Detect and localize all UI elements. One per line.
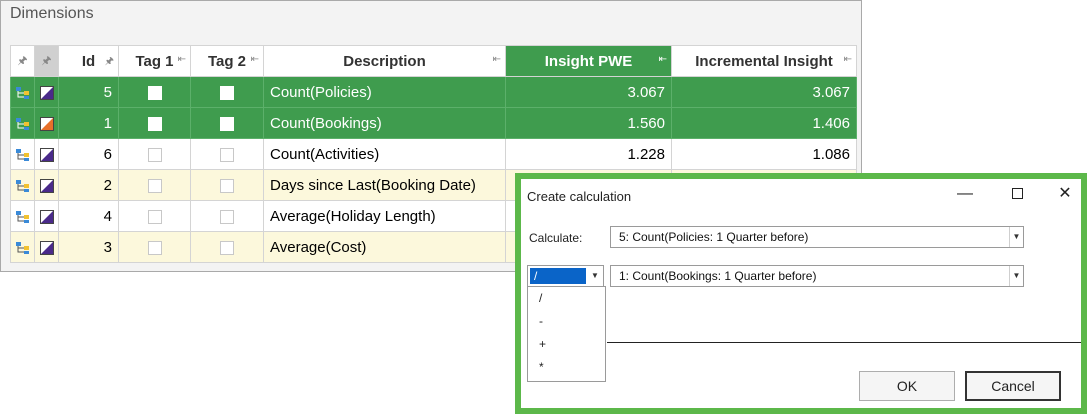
tag1-checkbox[interactable] xyxy=(147,209,162,224)
tag2-checkbox[interactable] xyxy=(220,85,234,100)
pin-icon[interactable]: ⇤ xyxy=(493,54,501,65)
row-id: 3 xyxy=(58,231,119,263)
tag2-checkbox[interactable] xyxy=(220,147,234,162)
row-insight-pwe: 1.560 xyxy=(505,107,672,139)
row-incremental-insight: 1.406 xyxy=(671,107,857,139)
ok-button[interactable]: OK xyxy=(859,371,955,401)
operator-value: / xyxy=(530,268,586,284)
create-calculation-dialog: Create calculation — ✕ Calculate: 5: Cou… xyxy=(515,173,1087,414)
minimize-button[interactable]: — xyxy=(945,183,985,205)
pin-icon[interactable]: ⇤ xyxy=(659,54,667,65)
operator-option[interactable]: + xyxy=(528,333,605,356)
operand2-value: 1: Count(Bookings: 1 Quarter before) xyxy=(619,269,817,283)
row-description: Average(Holiday Length) xyxy=(263,200,506,232)
measure-icon xyxy=(39,116,54,131)
measure-icon xyxy=(39,178,54,193)
row-id: 6 xyxy=(58,138,119,170)
pin-icon[interactable]: 🖈︎ xyxy=(105,54,114,71)
row-incremental-insight: 1.086 xyxy=(671,138,857,170)
column-header-tag2[interactable]: Tag 2 ⇤ xyxy=(190,45,264,77)
row-insight-pwe: 3.067 xyxy=(505,76,672,108)
column-header-incremental-insight[interactable]: Incremental Insight ⇤ xyxy=(671,45,857,77)
table-row[interactable]: 6 Count(Activities) 1.228 1.086 xyxy=(10,138,857,170)
tag1-checkbox[interactable] xyxy=(147,240,162,255)
pin-icon[interactable]: ⇤ xyxy=(844,54,852,65)
chevron-down-icon[interactable]: ▼ xyxy=(587,266,603,286)
cancel-button[interactable]: Cancel xyxy=(965,371,1061,401)
table-row[interactable]: 5 Count(Policies) 3.067 3.067 xyxy=(10,76,857,108)
pin-icon: 🖈︎ xyxy=(17,55,28,67)
maximize-button[interactable] xyxy=(997,183,1037,205)
row-id: 1 xyxy=(58,107,119,139)
hierarchy-icon xyxy=(15,179,31,193)
column-header-insight-pwe[interactable]: Insight PWE ⇤ xyxy=(505,45,672,77)
operand1-select[interactable]: 5: Count(Policies: 1 Quarter before) ▼ xyxy=(610,226,1024,248)
tag2-checkbox[interactable] xyxy=(220,240,234,255)
measure-icon xyxy=(39,147,54,162)
hierarchy-icon xyxy=(15,210,31,224)
tag1-checkbox[interactable] xyxy=(147,178,162,193)
row-incremental-insight: 3.067 xyxy=(671,76,857,108)
operand2-select[interactable]: 1: Count(Bookings: 1 Quarter before) ▼ xyxy=(610,265,1024,287)
measure-icon xyxy=(39,85,54,100)
row-id: 5 xyxy=(58,76,119,108)
column-header-description[interactable]: Description ⇤ xyxy=(263,45,506,77)
pin-icon: 🖈︎ xyxy=(41,55,52,67)
row-description: Days since Last(Booking Date) xyxy=(263,169,506,201)
operator-select[interactable]: / ▼ xyxy=(527,265,604,287)
pin-icon[interactable]: ⇤ xyxy=(251,54,259,65)
hierarchy-icon xyxy=(15,117,31,131)
hierarchy-icon xyxy=(15,241,31,255)
pin-column-header[interactable]: 🖈︎ xyxy=(34,45,59,77)
row-id: 4 xyxy=(58,200,119,232)
tag1-checkbox[interactable] xyxy=(147,85,162,100)
pin-icon[interactable]: ⇤ xyxy=(178,54,186,65)
operator-option[interactable]: - xyxy=(528,310,605,333)
measure-icon xyxy=(39,240,54,255)
row-insight-pwe: 1.228 xyxy=(505,138,672,170)
calculate-label: Calculate: xyxy=(529,231,583,245)
maximize-icon xyxy=(1011,188,1023,200)
row-description: Count(Bookings) xyxy=(263,107,506,139)
tag1-checkbox[interactable] xyxy=(147,147,162,162)
dialog-title: Create calculation xyxy=(527,189,632,204)
row-description: Average(Cost) xyxy=(263,231,506,263)
column-header-tag1[interactable]: Tag 1 ⇤ xyxy=(118,45,191,77)
close-button[interactable]: ✕ xyxy=(1045,183,1085,205)
pin-column-header[interactable]: 🖈︎ xyxy=(10,45,35,77)
operator-option[interactable]: * xyxy=(528,356,605,379)
column-header-id[interactable]: Id 🖈︎ xyxy=(58,45,119,77)
tag1-checkbox[interactable] xyxy=(147,116,162,131)
row-id: 2 xyxy=(58,169,119,201)
tag2-checkbox[interactable] xyxy=(220,116,234,131)
operator-option[interactable]: / xyxy=(528,287,605,310)
hierarchy-icon xyxy=(15,86,31,100)
table-row[interactable]: 1 Count(Bookings) 1.560 1.406 xyxy=(10,107,857,139)
hierarchy-icon xyxy=(15,148,31,162)
operand1-value: 5: Count(Policies: 1 Quarter before) xyxy=(619,230,809,244)
tag2-checkbox[interactable] xyxy=(220,178,234,193)
row-description: Count(Activities) xyxy=(263,138,506,170)
operator-dropdown-list: / - + * xyxy=(527,286,606,382)
divider xyxy=(607,342,1081,343)
tag2-checkbox[interactable] xyxy=(220,209,234,224)
chevron-down-icon[interactable]: ▼ xyxy=(1009,227,1023,247)
measure-icon xyxy=(39,209,54,224)
chevron-down-icon[interactable]: ▼ xyxy=(1009,266,1023,286)
row-description: Count(Policies) xyxy=(263,76,506,108)
panel-title: Dimensions xyxy=(10,5,94,22)
